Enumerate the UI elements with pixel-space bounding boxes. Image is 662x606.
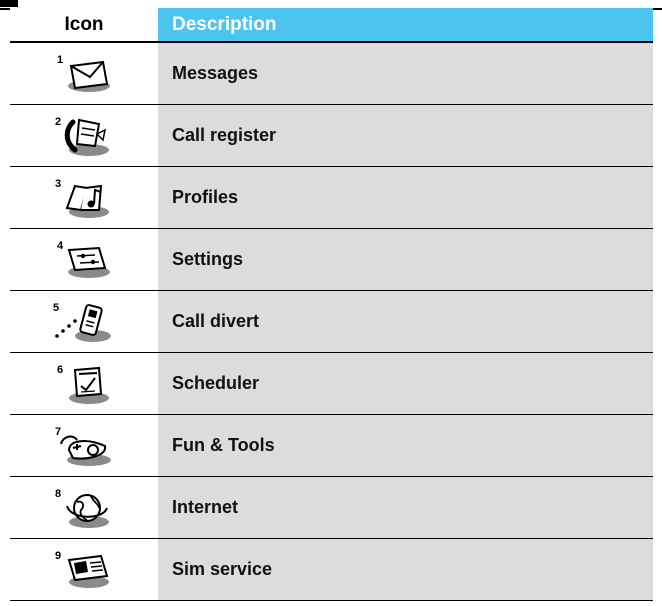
icon-number: 6 [57,364,63,376]
icon-number: 1 [57,54,63,66]
row-label: Scheduler [158,352,653,415]
messages-icon: 1 [47,50,121,98]
icon-column-header: Icon [10,8,158,43]
table-row: 8 Internet [10,476,653,539]
table-row: 4 Settings [10,228,653,291]
menu-icon-table: Icon Description 1 Messages 2 Call regis… [10,8,653,601]
icon-number: 8 [55,488,61,500]
icon-number: 4 [57,240,64,252]
row-label: Messages [158,42,653,105]
table-row: 2 Call register [10,104,653,167]
table-row: 5 Call divert [10,290,653,353]
table-row: 3 Profiles [10,166,653,229]
table-row: 7 Fun & Tools [10,414,653,477]
description-column-header: Description [158,8,653,43]
row-label: Sim service [158,538,653,601]
icon-number: 5 [53,302,59,314]
row-label: Settings [158,228,653,291]
top-rule-stub [0,0,18,7]
table-row: 9 Sim service [10,538,653,601]
fun-tools-icon: 7 [47,422,121,470]
table-row: 6 Scheduler [10,352,653,415]
call-divert-icon: 5 [47,298,121,346]
row-label: Call register [158,104,653,167]
icon-number: 2 [55,116,61,128]
call-register-icon: 2 [47,112,121,160]
settings-icon: 4 [47,236,121,284]
sim-service-icon: 9 [47,546,121,594]
row-label: Call divert [158,290,653,353]
profiles-icon: 3 [47,174,121,222]
icon-number: 3 [55,178,61,190]
scheduler-icon: 6 [47,360,121,408]
table-row: 1 Messages [10,42,653,105]
row-label: Profiles [158,166,653,229]
internet-icon: 8 [47,484,121,532]
row-label: Internet [158,476,653,539]
icon-number: 7 [55,426,61,438]
header-row: Icon Description [10,8,653,43]
row-label: Fun & Tools [158,414,653,477]
icon-number: 9 [55,550,61,562]
